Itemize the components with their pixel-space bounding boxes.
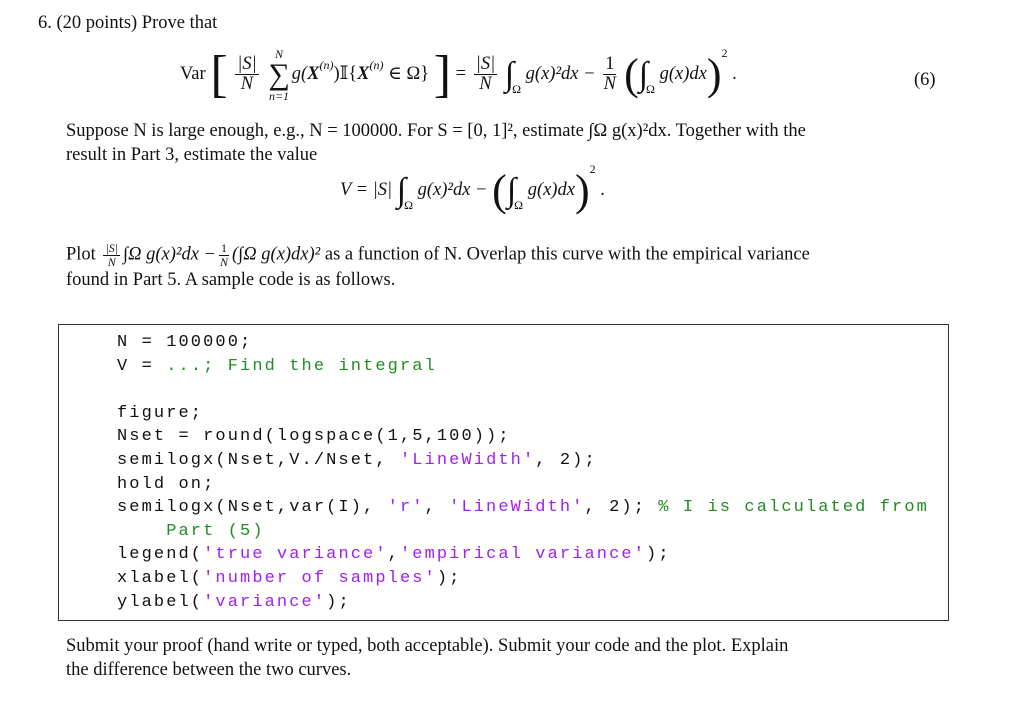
equation-label: (6) <box>914 70 936 90</box>
code-text: ylabel( <box>117 592 204 612</box>
code-text: hold on; <box>117 474 216 494</box>
code-block: N = 100000; V = ...; Find the integral fig… <box>58 324 949 621</box>
code-line: N = 100000; <box>117 333 252 352</box>
code-string: 'r' <box>387 498 425 518</box>
code-line: figure; <box>117 404 203 423</box>
code-text: xlabel( <box>117 569 204 588</box>
code-line: semilogx(Nset,V./Nset, 'LineWidth', 2); <box>117 451 597 470</box>
equation-v: V = |S| ∫Ω g(x)²dx − (∫Ω g(x)dx)2 . <box>340 162 605 215</box>
code-line: legend('true variance','empirical varian… <box>117 545 671 564</box>
problem-header: 6. (20 points) Prove that <box>38 13 217 34</box>
code-text: Nset = round(logspace(1,5,100)); <box>117 427 511 447</box>
code-text: ); <box>326 592 351 612</box>
paragraph-3-line-2: the difference between the two curves. <box>66 660 352 680</box>
code-text: , 2); <box>584 498 659 518</box>
code-text: , <box>424 498 450 518</box>
paragraph-3-line-1: Submit your proof (hand write or typed, … <box>66 636 789 656</box>
code-line: Nset = round(logspace(1,5,100)); <box>117 427 511 446</box>
code-string: 'LineWidth' <box>449 498 585 518</box>
paragraph-1-line-1: Suppose N is large enough, e.g., N = 100… <box>66 121 806 141</box>
code-text: ); <box>646 545 671 565</box>
equation-6: Var [ |S| N N ∑ n=1 g(X(n))𝕀{X(n) ∈ Ω} ] = |… <box>180 45 737 103</box>
code-comment: Part (5) <box>117 521 265 541</box>
var-operator: Var <box>180 64 206 84</box>
code-text: V = <box>117 356 167 376</box>
code-string: 'number of samples' <box>203 569 437 588</box>
code-string: 'variance' <box>203 592 327 612</box>
summand: g( <box>291 64 308 84</box>
paragraph-1-line-2: result in Part 3, estimate the value <box>66 145 318 165</box>
summation: N ∑ n=1 <box>268 46 290 103</box>
code-text: , 2); <box>535 451 597 470</box>
problem-header-text: (20 points) Prove that <box>56 13 218 33</box>
right-bracket: ] <box>433 45 452 103</box>
left-bracket: [ <box>210 45 228 103</box>
code-string: 'empirical variance' <box>399 545 647 565</box>
code-text: N = 100000; <box>117 333 253 352</box>
code-comment: ...; Find the integral <box>166 356 437 376</box>
code-line: semilogx(Nset,var(I), 'r', 'LineWidth', … <box>117 498 929 517</box>
code-line: xlabel('number of samples'); <box>117 569 461 588</box>
problem-number: 6. <box>38 13 52 33</box>
paragraph-2-line-1: Plot |S| N ∫Ω g(x)²dx −1 N (∫Ω g(x)dx)² as a… <box>66 241 810 269</box>
paragraph-2-line-2: found in Part 5. A sample code is as fol… <box>66 270 396 290</box>
code-text: ); <box>436 569 462 588</box>
code-line: Part (5) <box>117 522 265 541</box>
code-text: semilogx(Nset,var(I), <box>117 498 388 518</box>
code-text: legend( <box>117 545 204 565</box>
code-string: 'LineWidth' <box>399 451 536 470</box>
code-line: hold on; <box>117 475 215 494</box>
code-text: semilogx(Nset,V./Nset, <box>117 451 400 470</box>
fraction-s-over-n: |S| N <box>235 53 259 95</box>
code-string: 'true variance' <box>203 545 388 565</box>
code-line: V = ...; Find the integral <box>117 357 437 376</box>
code-text: figure; <box>117 403 204 423</box>
code-text: , <box>387 545 400 565</box>
code-line: ylabel('variance'); <box>117 593 351 612</box>
code-comment: % I is calculated from <box>658 498 929 518</box>
